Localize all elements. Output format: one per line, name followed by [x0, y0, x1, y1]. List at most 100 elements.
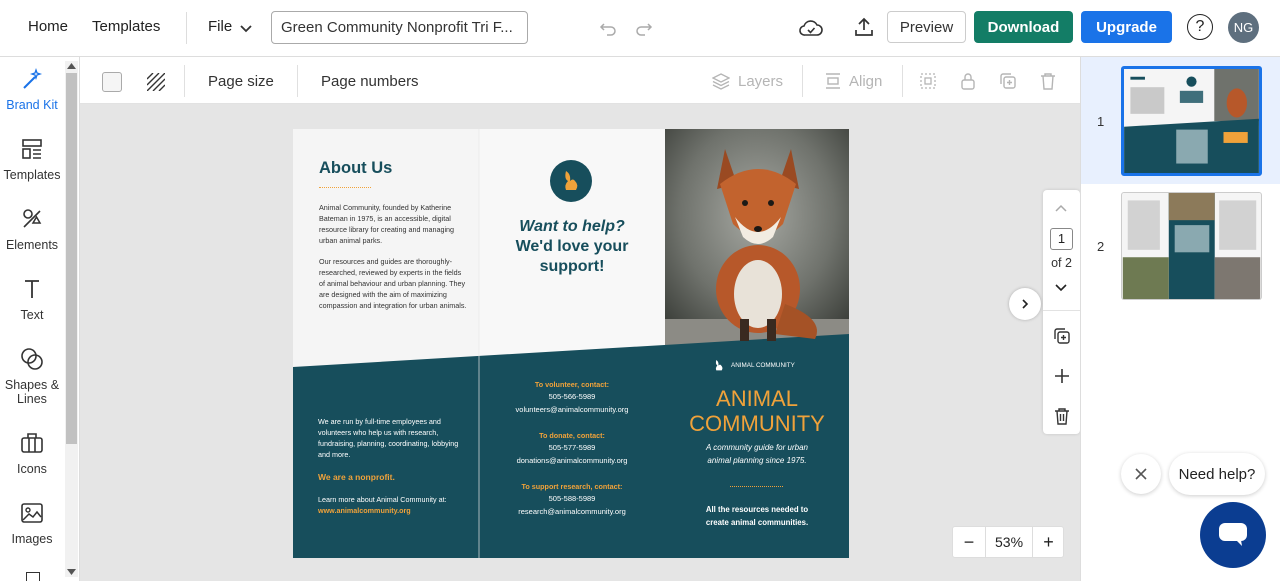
- lock-icon[interactable]: [958, 71, 978, 91]
- editor-canvas: About Us Animal Community, founded by Ka…: [80, 104, 1080, 581]
- editor-toolbar: Page size Page numbers Layers Align: [80, 57, 1080, 104]
- chat-launcher-button[interactable]: [1200, 502, 1266, 568]
- elements-icon: [0, 207, 64, 234]
- templates-link[interactable]: Templates: [92, 18, 160, 35]
- logo-text: ANIMAL COMMUNITY: [731, 362, 795, 369]
- toolbar-divider: [802, 65, 803, 97]
- rabbit-icon: [565, 171, 578, 190]
- add-duplicate-page-icon[interactable]: [1052, 326, 1072, 346]
- more-items-icon: [26, 572, 40, 581]
- sidebar-item-elements[interactable]: Elements: [0, 207, 64, 252]
- current-page-box[interactable]: 1: [1050, 228, 1073, 250]
- page-thumbnail-1[interactable]: [1121, 66, 1262, 176]
- page-thumb-number: 2: [1097, 239, 1105, 254]
- align-button[interactable]: Align: [849, 73, 882, 90]
- avatar[interactable]: NG: [1228, 12, 1259, 43]
- briefcase-icon: [0, 431, 64, 458]
- sidebar-item-label: Templates: [3, 168, 61, 182]
- page-thumb-row-2[interactable]: 2: [1081, 184, 1280, 311]
- fox-photo: [716, 149, 817, 341]
- page-size-button[interactable]: Page size: [208, 73, 274, 90]
- add-page-icon[interactable]: [1052, 366, 1072, 386]
- sidebar-item-text[interactable]: Text: [0, 277, 64, 322]
- left-sidebar: Brand Kit Templates Elements Text Shapes…: [0, 57, 80, 581]
- chevron-down-icon[interactable]: [1053, 282, 1069, 294]
- sidebar-item-icons[interactable]: Icons: [0, 431, 64, 476]
- chevron-down-icon[interactable]: [238, 20, 254, 36]
- pattern-icon[interactable]: [146, 72, 166, 92]
- duplicate-icon[interactable]: [998, 71, 1018, 91]
- home-link[interactable]: Home: [28, 18, 68, 35]
- download-button[interactable]: Download: [974, 11, 1073, 43]
- rabbit-logo: [550, 160, 592, 202]
- need-help-bubble[interactable]: Need help?: [1169, 453, 1265, 495]
- sidebar-item-templates[interactable]: Templates: [0, 137, 64, 182]
- trash-icon[interactable]: [1038, 71, 1058, 91]
- volunteer-phone: 505-566-5989: [548, 392, 596, 401]
- sidebar-item-label: Text: [20, 308, 44, 322]
- page-thumb-row-1[interactable]: 1: [1081, 57, 1280, 184]
- donate-phone: 505-577-5989: [548, 443, 596, 452]
- sidebar-item-brand-kit[interactable]: Brand Kit: [0, 67, 64, 112]
- support-line: support!: [539, 258, 605, 275]
- file-menu[interactable]: File: [208, 18, 232, 35]
- upgrade-button[interactable]: Upgrade: [1081, 11, 1172, 43]
- layers-button[interactable]: Layers: [738, 73, 783, 90]
- sidebar-item-label: Brand Kit: [6, 98, 58, 112]
- scroll-up-arrow-icon[interactable]: [67, 63, 76, 69]
- share-upload-icon[interactable]: [851, 14, 877, 40]
- help-close-button[interactable]: [1121, 454, 1161, 494]
- volunteer-email: volunteers@animalcommunity.org: [515, 405, 629, 414]
- sidebar-item-label: Elements: [5, 238, 59, 252]
- sidebar-item-shapes-lines[interactable]: Shapes & Lines: [0, 347, 64, 406]
- scrollbar-thumb[interactable]: [66, 73, 77, 444]
- zoom-in-icon[interactable]: +: [1033, 527, 1064, 557]
- zoom-percent-value: 53: [994, 534, 1011, 550]
- align-icon: [823, 71, 843, 91]
- page-thumbnail-2[interactable]: [1121, 192, 1262, 300]
- zoom-percent-unit: %: [1010, 534, 1024, 550]
- donate-label: To donate, contact:: [539, 431, 605, 440]
- image-icon: [0, 501, 64, 528]
- text-icon: [0, 277, 64, 304]
- background-color-swatch[interactable]: [102, 72, 122, 92]
- want-to-help-line: Want to help?: [519, 218, 625, 235]
- chevron-up-icon[interactable]: [1053, 202, 1069, 214]
- about-title: About Us: [319, 159, 393, 177]
- research-label: To support research, contact:: [521, 482, 623, 491]
- about-paragraph-1: Animal Community, founded by Katherine B…: [319, 203, 455, 245]
- toolbar-divider: [902, 65, 903, 97]
- zoom-value[interactable]: 53%: [986, 534, 1032, 550]
- sidebar-scrollbar[interactable]: [65, 61, 78, 577]
- learn-more-text: Learn more about Animal Community at:: [318, 495, 447, 504]
- website-link: www.animalcommunity.org: [318, 506, 411, 515]
- zoom-control: − 53% +: [952, 526, 1064, 558]
- shapes-icon: [0, 347, 64, 374]
- scroll-down-arrow-icon[interactable]: [67, 569, 76, 575]
- document-title-input[interactable]: Green Community Nonprofit Tri F...: [271, 11, 528, 44]
- sidebar-item-images[interactable]: Images: [0, 501, 64, 546]
- cloud-saved-icon[interactable]: [797, 14, 825, 42]
- zoom-out-icon[interactable]: −: [953, 527, 985, 557]
- page-thumb-number: 1: [1097, 114, 1105, 129]
- staff-paragraph: We are run by full-time employees and vo…: [318, 417, 459, 459]
- templates-icon: [0, 137, 64, 164]
- pages-panel: 1 2: [1080, 57, 1280, 581]
- page-numbers-button[interactable]: Page numbers: [321, 73, 419, 90]
- research-phone: 505-588-5989: [548, 494, 596, 503]
- sidebar-item-label: Images: [11, 532, 53, 546]
- undo-icon[interactable]: [597, 17, 619, 39]
- redo-icon[interactable]: [633, 17, 655, 39]
- layers-icon: [711, 71, 731, 91]
- tagline-line-2: animal planning since 1975.: [707, 456, 807, 465]
- group-icon[interactable]: [918, 71, 938, 91]
- next-page-button[interactable]: [1009, 288, 1041, 320]
- closing-line-2: create animal communities.: [705, 518, 809, 527]
- nonprofit-text: We are a nonprofit.: [318, 472, 395, 482]
- brochure-page[interactable]: About Us Animal Community, founded by Ka…: [293, 129, 849, 558]
- big-title-animal: ANIMAL: [716, 386, 798, 411]
- delete-page-icon[interactable]: [1052, 406, 1072, 426]
- preview-button[interactable]: Preview: [887, 11, 966, 43]
- sidebar-item-label: Icons: [17, 462, 47, 476]
- help-icon[interactable]: ?: [1187, 14, 1213, 40]
